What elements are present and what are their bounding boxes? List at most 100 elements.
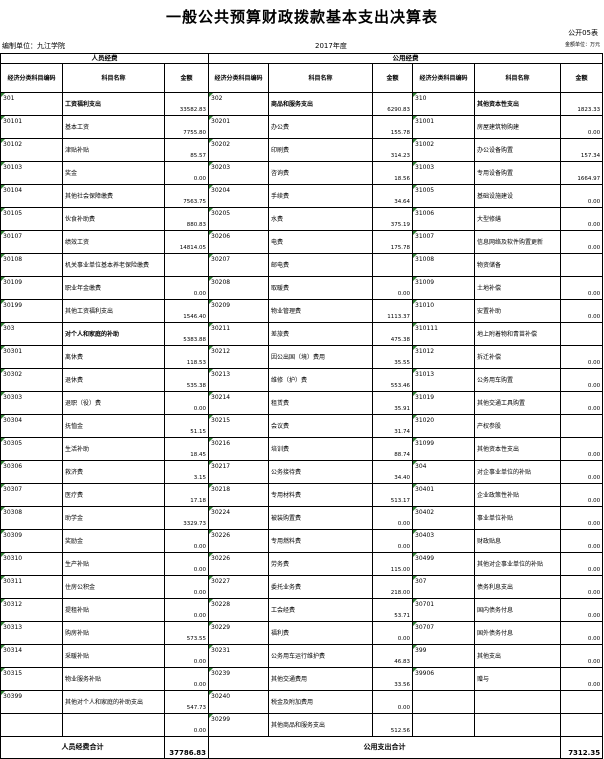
cell-name: 基本工资: [62, 115, 165, 139]
cell-name: 工会经费: [268, 598, 374, 622]
cell-code: 30312: [0, 598, 63, 622]
cell-amount: 0.00: [163, 391, 210, 415]
cell-name: 基础设施建设: [474, 184, 562, 208]
cell-amount: 0.00: [560, 529, 604, 553]
table-row: 301 工资福利支出 33582.83 302 商品和服务支出 6290.83 310 其他资…: [0, 92, 604, 116]
cell-name: 其他对企事业单位的补贴: [474, 552, 562, 576]
cell-name: 生产补贴: [62, 552, 165, 576]
table-row: 30301 离休费 118.53 30212 因公出国（境）费用 35.55 31012 拆迁…: [0, 345, 604, 369]
cell-code: 31007: [412, 230, 476, 254]
cell-amount: 31.74: [372, 414, 414, 438]
cell-code: 399: [412, 644, 476, 668]
header-amount: 金额: [560, 63, 604, 93]
header-amount: 金额: [163, 63, 210, 93]
cell-name: 国内债务付息: [474, 598, 562, 622]
cell-code: 31002: [412, 138, 476, 162]
cell-name: 其他交通费用: [268, 667, 374, 691]
cell-code: 30205: [208, 207, 270, 231]
cell-name: 工资福利支出: [62, 92, 165, 116]
cell-code: 30315: [0, 667, 63, 691]
cell-code: 30310: [0, 552, 63, 576]
cell-code: 30208: [208, 276, 270, 300]
cell-amount: 512.56: [372, 713, 414, 737]
cell-name: 专用材料费: [268, 483, 374, 507]
cell-name: 地上附着物和青苗补偿: [474, 322, 562, 346]
cell-amount: 1113.37: [372, 299, 414, 323]
table-row: 30107 绩效工资 14814.05 30206 电费 175.78 31007 信息网络及…: [0, 230, 604, 254]
cell-amount: 0.00: [560, 437, 604, 461]
cell-amount: 53.71: [372, 598, 414, 622]
cell-name: 债务利息支出: [474, 575, 562, 599]
cell-name: 手续费: [268, 184, 374, 208]
cell-name: 奖金: [62, 161, 165, 185]
cell-name: 奖励金: [62, 529, 165, 553]
cell-amount: 88.74: [372, 437, 414, 461]
cell-amount: [560, 253, 604, 277]
cell-amount: 0.00: [163, 529, 210, 553]
table-row: 0.00 30299 其他商品和服务支出 512.56: [0, 713, 604, 737]
cell-name: [474, 713, 562, 737]
public-total-amount: 7312.35: [560, 736, 604, 759]
cell-amount: 0.00: [560, 368, 604, 392]
cell-code: 30104: [0, 184, 63, 208]
cell-code: 30108: [0, 253, 63, 277]
cell-amount: [560, 322, 604, 346]
cell-name: 退休费: [62, 368, 165, 392]
cell-name: 其他资本性支出: [474, 92, 562, 116]
cell-amount: 46.83: [372, 644, 414, 668]
cell-amount: 314.23: [372, 138, 414, 162]
cell-amount: 0.00: [163, 644, 210, 668]
cell-amount: 553.46: [372, 368, 414, 392]
cell-code: 30311: [0, 575, 63, 599]
cell-code: 30307: [0, 483, 63, 507]
cell-code: 30107: [0, 230, 63, 254]
cell-code: 30211: [208, 322, 270, 346]
cell-amount: 35.55: [372, 345, 414, 369]
cell-amount: 0.00: [163, 161, 210, 185]
cell-amount: 3.15: [163, 460, 210, 484]
cell-name: 其他社会保障缴费: [62, 184, 165, 208]
cell-amount: 0.00: [560, 575, 604, 599]
money-unit: 金额单位：万元: [564, 42, 600, 48]
cell-amount: 14814.05: [163, 230, 210, 254]
personnel-total-label: 人员经费合计: [0, 736, 165, 759]
public-total-label: 公用支出合计: [208, 736, 562, 759]
cell-name: 维修（护）费: [268, 368, 374, 392]
table-row: 30103 奖金 0.00 30203 咨询费 18.56 31003 专用设备购置 1664.…: [0, 161, 604, 185]
cell-code: 30701: [412, 598, 476, 622]
cell-amount: 0.00: [560, 667, 604, 691]
cell-code: 30218: [208, 483, 270, 507]
cell-name: 公务接待费: [268, 460, 374, 484]
report-title: 一般公共预算财政拨款基本支出决算表: [165, 8, 438, 26]
cell-amount: 7563.75: [163, 184, 210, 208]
cell-code: 30305: [0, 437, 63, 461]
cell-amount: 155.78: [372, 115, 414, 139]
cell-amount: 6290.83: [372, 92, 414, 116]
cell-name: 退职（役）费: [62, 391, 165, 415]
cell-amount: 0.00: [560, 483, 604, 507]
cell-name: 咨询费: [268, 161, 374, 185]
cell-amount: 0.00: [372, 506, 414, 530]
cell-amount: 513.17: [372, 483, 414, 507]
cell-amount: 218.00: [372, 575, 414, 599]
cell-name: 伙食补助费: [62, 207, 165, 231]
cell-amount: 85.57: [163, 138, 210, 162]
cell-code: 302: [208, 92, 270, 116]
cell-name: 其他商品和服务支出: [268, 713, 374, 737]
cell-amount: 0.00: [372, 276, 414, 300]
cell-code: 30304: [0, 414, 63, 438]
header-row: 经济分类科目编码 科目名称 金额 经济分类科目编码 科目名称 金额 经济分类科目…: [0, 63, 604, 93]
cell-amount: 573.55: [163, 621, 210, 645]
cell-amount: 0.00: [560, 460, 604, 484]
cell-amount: 17.18: [163, 483, 210, 507]
cell-amount: 0.00: [163, 598, 210, 622]
table-row: 30399 其他对个人和家庭的补助支出 547.73 30240 税金及附加费用 0.00: [0, 690, 604, 714]
table-row: 30104 其他社会保障缴费 7563.75 30204 手续费 34.64 31005 基础…: [0, 184, 604, 208]
cell-name: 劳务费: [268, 552, 374, 576]
cell-name: 抚恤金: [62, 414, 165, 438]
cell-name: 赠与: [474, 667, 562, 691]
cell-amount: 0.00: [560, 598, 604, 622]
cell-code: 30399: [0, 690, 63, 714]
cell-code: 30303: [0, 391, 63, 415]
cell-code: 30227: [208, 575, 270, 599]
